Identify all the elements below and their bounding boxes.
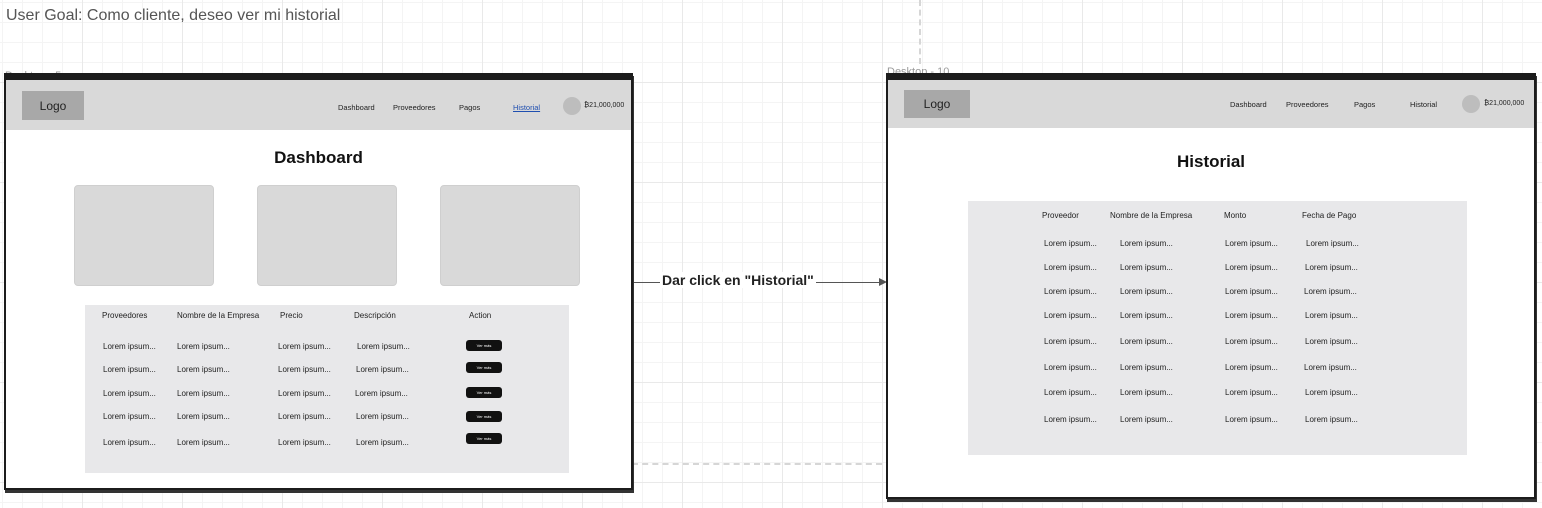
column-header: Proveedores [102, 311, 148, 320]
table-cell: Lorem ipsum... [356, 412, 409, 421]
table-cell: Lorem ipsum... [1044, 363, 1097, 372]
table-cell: Lorem ipsum... [1305, 388, 1358, 397]
table-cell: Lorem ipsum... [1225, 311, 1278, 320]
table-cell: Lorem ipsum... [177, 389, 230, 398]
ver-mas-button[interactable]: Ver más [466, 340, 502, 351]
nav-historial[interactable]: Historial [513, 103, 540, 112]
historial-table: Proveedor Nombre de la Empresa Monto Fec… [968, 201, 1467, 455]
table-cell: Lorem ipsum... [1305, 337, 1358, 346]
nav-proveedores[interactable]: Proveedores [393, 103, 436, 112]
column-header: Proveedor [1042, 211, 1079, 220]
column-header: Precio [280, 311, 303, 320]
avatar[interactable] [1462, 95, 1480, 113]
table-cell: Lorem ipsum... [1305, 415, 1358, 424]
table-cell: Lorem ipsum... [1120, 363, 1173, 372]
balance: ₿21,000,000 [1484, 100, 1525, 107]
nav-pagos[interactable]: Pagos [459, 103, 480, 112]
table-cell: Lorem ipsum... [103, 438, 156, 447]
table-cell: Lorem ipsum... [1225, 287, 1278, 296]
table-cell: Lorem ipsum... [1120, 239, 1173, 248]
table-cell: Lorem ipsum... [1225, 363, 1278, 372]
balance: ₿21,000,000 [584, 102, 625, 109]
table-cell: Lorem ipsum... [278, 412, 331, 421]
table-cell: Lorem ipsum... [103, 365, 156, 374]
table-cell: Lorem ipsum... [1120, 415, 1173, 424]
historial-frame: Logo Dashboard Proveedores Pagos Histori… [886, 73, 1536, 499]
summary-card [74, 185, 214, 286]
nav-dashboard[interactable]: Dashboard [1230, 100, 1267, 109]
table-cell: Lorem ipsum... [356, 365, 409, 374]
column-header: Monto [1224, 211, 1247, 220]
guide-line-vertical [919, 0, 921, 64]
table-cell: Lorem ipsum... [177, 342, 230, 351]
summary-card [440, 185, 580, 286]
ver-mas-button[interactable]: Ver más [466, 387, 502, 398]
table-cell: Lorem ipsum... [103, 342, 156, 351]
column-header: Action [469, 311, 492, 320]
column-header: Nombre de la Empresa [177, 311, 260, 320]
table-cell: Lorem ipsum... [1120, 263, 1173, 272]
table-cell: Lorem ipsum... [1044, 311, 1097, 320]
table-cell: Lorem ipsum... [278, 365, 331, 374]
table-cell: Lorem ipsum... [1044, 388, 1097, 397]
table-cell: Lorem ipsum... [1225, 337, 1278, 346]
nav-historial[interactable]: Historial [1410, 100, 1437, 109]
table-cell: Lorem ipsum... [278, 342, 331, 351]
ver-mas-button[interactable]: Ver más [466, 362, 502, 373]
logo[interactable]: Logo [904, 90, 970, 118]
column-header: Nombre de la Empresa [1110, 211, 1193, 220]
table-cell: Lorem ipsum... [1044, 337, 1097, 346]
nav-proveedores[interactable]: Proveedores [1286, 100, 1329, 109]
navbar: Logo Dashboard Proveedores Pagos Histori… [6, 80, 631, 130]
user-goal-text: User Goal: Como cliente, deseo ver mi hi… [6, 7, 341, 24]
logo[interactable]: Logo [22, 91, 84, 120]
table-cell: Lorem ipsum... [1304, 287, 1357, 296]
summary-card [257, 185, 397, 286]
table-cell: Lorem ipsum... [1306, 239, 1359, 248]
transition-label: Dar click en "Historial" [660, 272, 816, 288]
table-cell: Lorem ipsum... [278, 389, 331, 398]
column-header: Descripción [354, 311, 396, 320]
navbar: Logo Dashboard Proveedores Pagos Histori… [888, 80, 1534, 128]
nav-pagos[interactable]: Pagos [1354, 100, 1375, 109]
table-cell: Lorem ipsum... [177, 365, 230, 374]
table-cell: Lorem ipsum... [1225, 239, 1278, 248]
table-cell: Lorem ipsum... [278, 438, 331, 447]
table-cell: Lorem ipsum... [356, 438, 409, 447]
nav-dashboard[interactable]: Dashboard [338, 103, 375, 112]
table-cell: Lorem ipsum... [1044, 239, 1097, 248]
table-cell: Lorem ipsum... [355, 389, 408, 398]
table-cell: Lorem ipsum... [357, 342, 410, 351]
table-cell: Lorem ipsum... [177, 412, 230, 421]
table-cell: Lorem ipsum... [1120, 311, 1173, 320]
table-cell: Lorem ipsum... [1120, 388, 1173, 397]
table-cell: Lorem ipsum... [1120, 287, 1173, 296]
table-cell: Lorem ipsum... [1120, 337, 1173, 346]
table-cell: Lorem ipsum... [1305, 263, 1358, 272]
ver-mas-button[interactable]: Ver más [466, 433, 502, 444]
table-cell: Lorem ipsum... [1305, 311, 1358, 320]
table-cell: Lorem ipsum... [103, 389, 156, 398]
table-cell: Lorem ipsum... [1225, 415, 1278, 424]
table-cell: Lorem ipsum... [103, 412, 156, 421]
proveedores-table: Proveedores Nombre de la Empresa Precio … [85, 305, 569, 473]
page-title: Historial [1176, 152, 1246, 171]
table-cell: Lorem ipsum... [1304, 363, 1357, 372]
ver-mas-button[interactable]: Ver más [466, 411, 502, 422]
dashboard-frame: Logo Dashboard Proveedores Pagos Histori… [4, 73, 633, 490]
column-header: Fecha de Pago [1302, 211, 1357, 220]
table-cell: Lorem ipsum... [1044, 287, 1097, 296]
table-cell: Lorem ipsum... [177, 438, 230, 447]
table-cell: Lorem ipsum... [1225, 388, 1278, 397]
avatar[interactable] [563, 97, 581, 115]
page-title: Dashboard [274, 148, 363, 167]
table-cell: Lorem ipsum... [1044, 263, 1097, 272]
table-cell: Lorem ipsum... [1225, 263, 1278, 272]
guide-line-horizontal [632, 463, 882, 465]
table-cell: Lorem ipsum... [1044, 415, 1097, 424]
